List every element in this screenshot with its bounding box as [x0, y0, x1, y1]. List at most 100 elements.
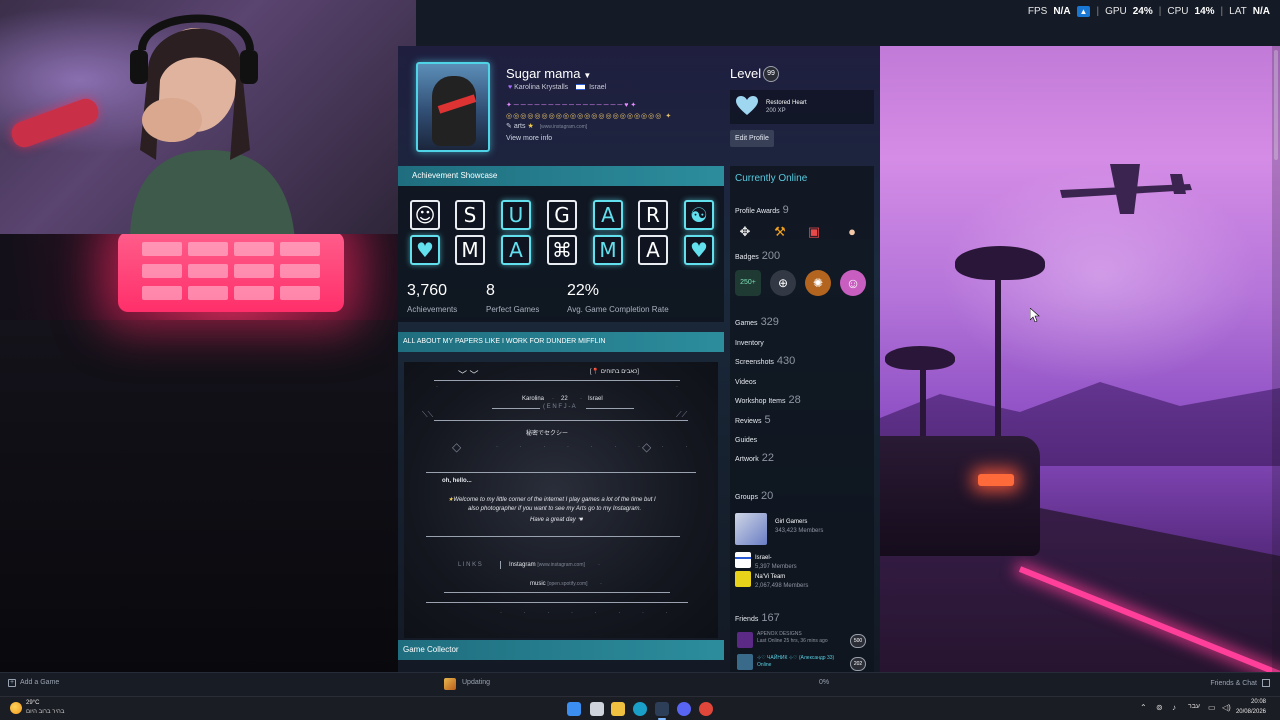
car-tail-light: [118, 232, 344, 312]
badges-link[interactable]: Badges 200: [735, 250, 780, 262]
task-view-icon[interactable]: [590, 702, 604, 716]
network-icon[interactable]: ▭: [1208, 703, 1216, 712]
achievement-tile[interactable]: A: [593, 200, 623, 230]
about-welcome-3: Have a great day ☚: [530, 517, 583, 523]
achievement-tile[interactable]: ♥: [410, 235, 440, 265]
cookie-badge-icon[interactable]: ✺: [805, 270, 831, 296]
summary-url[interactable]: [www.instagram.com]: [540, 124, 588, 130]
achievement-tile[interactable]: U: [501, 200, 531, 230]
recording-app-icon[interactable]: [699, 702, 713, 716]
friend-status: Online: [757, 662, 772, 668]
groups-link[interactable]: Groups 20: [735, 490, 773, 502]
games-link[interactable]: Games 329: [735, 316, 779, 328]
friend-avatar[interactable]: [737, 632, 753, 648]
clock-date[interactable]: 20/08/2026: [1236, 709, 1266, 715]
windows-start-icon[interactable]: [567, 702, 581, 716]
volume-icon[interactable]: ◁): [1222, 703, 1231, 712]
profile-avatar[interactable]: [416, 62, 490, 152]
videos-link[interactable]: Videos: [735, 379, 756, 386]
instagram-link[interactable]: Instagram [www.instagram.com]: [509, 562, 585, 568]
friend-avatar[interactable]: [737, 654, 753, 670]
reviews-link[interactable]: Reviews 5: [735, 414, 771, 426]
tray-chevron-up-icon[interactable]: ⌃: [1140, 703, 1147, 712]
featured-badge-xp: 200 XP: [766, 108, 786, 114]
group-name[interactable]: Na'Vi Team: [755, 574, 785, 580]
group-name[interactable]: Israel-: [755, 555, 772, 561]
palm-crown: [955, 246, 1045, 280]
friend-level: 500: [850, 634, 866, 648]
discord-icon[interactable]: [677, 702, 691, 716]
stat-completion-label: Avg. Game Completion Rate: [567, 305, 669, 314]
restored-heart-icon: [736, 96, 758, 115]
hammer-award-icon[interactable]: ⚒: [770, 224, 790, 240]
artwork-link[interactable]: Artwork 22: [735, 452, 774, 464]
edit-profile-button[interactable]: Edit Profile: [730, 130, 774, 147]
smiley-badge-icon[interactable]: ☺: [840, 270, 866, 296]
file-explorer-icon[interactable]: [611, 702, 625, 716]
fps-label: FPS: [1027, 6, 1048, 17]
about-mbti: ( E N F J - A: [543, 404, 576, 410]
persona-name-dropdown[interactable]: Sugar mama ▼: [506, 66, 591, 81]
windows-taskbar: 29°C בהיר ברוב היום ⌃ ⊚ ♪ עבר ▭ ◁) 20:08…: [0, 696, 1280, 720]
custom-showcase-body: ﹀ ﹀ [📍 כאבים בתוחים] · · Karolina · 22 ·…: [404, 362, 718, 638]
steam-icon[interactable]: [655, 702, 669, 716]
view-more-info-link[interactable]: View more info: [506, 135, 552, 142]
badge-250-plus[interactable]: 250+: [735, 270, 761, 296]
custom-showcase-header: ALL ABOUT MY PAPERS LIKE I WORK FOR DUND…: [398, 332, 724, 352]
screenshots-link[interactable]: Screenshots 430: [735, 355, 795, 367]
group-avatar[interactable]: [735, 513, 767, 545]
achievement-tile[interactable]: S: [455, 200, 485, 230]
group-avatar[interactable]: [735, 571, 751, 587]
compass-badge-icon[interactable]: ⊕: [770, 270, 796, 296]
download-status[interactable]: Updating: [462, 679, 490, 686]
weather-description[interactable]: בהיר ברוב היום: [26, 709, 64, 715]
clock-time[interactable]: 20:08: [1251, 699, 1266, 705]
profile-awards-link[interactable]: Profile Awards 9: [735, 204, 789, 216]
achievement-tile[interactable]: ♥: [684, 235, 714, 265]
group-name[interactable]: Girl Gamers: [775, 519, 807, 525]
achievement-tile[interactable]: G: [547, 200, 577, 230]
steam-profile-panel: Sugar mama ▼ ♥ Karolina Krystalls Israel …: [398, 46, 880, 672]
friend-name[interactable]: ⊹♡ ЧАЙНИК ⊹♡ (Александр 33): [757, 655, 834, 661]
microphone-icon[interactable]: ♪: [1172, 703, 1176, 712]
card-award-icon[interactable]: ▣: [804, 224, 824, 240]
music-link[interactable]: music [open.spotify.com]: [530, 581, 588, 587]
car-light: [978, 474, 1014, 486]
friend-status: Last Online 25 hrs, 36 mins ago: [757, 638, 828, 644]
achievement-tile[interactable]: M: [593, 235, 623, 265]
hand-icon: ☚: [577, 517, 583, 523]
workshop-items-link[interactable]: Workshop Items 28: [735, 394, 801, 406]
steam-top-bar: FPS N/A ▲ | GPU 24% | CPU 14% | LAT N/A: [416, 0, 1280, 46]
tray-app-icon[interactable]: ⊚: [1156, 703, 1163, 712]
bread-award-icon[interactable]: ●: [842, 224, 862, 240]
achievement-tile[interactable]: A: [501, 235, 531, 265]
weather-temperature[interactable]: 29°C: [26, 700, 39, 706]
page-scrollbar-thumb[interactable]: [1274, 50, 1278, 160]
level-badge[interactable]: 99: [763, 66, 779, 82]
wings-award-icon[interactable]: ✥: [735, 224, 755, 240]
online-status: Currently Online: [735, 173, 808, 184]
friends-link[interactable]: Friends 167: [735, 612, 780, 624]
friends-chat-button[interactable]: Friends & Chat: [1210, 679, 1270, 687]
achievement-tile[interactable]: M: [455, 235, 485, 265]
about-top-right: [📍 כאבים בתוחים]: [590, 369, 639, 375]
weather-sun-icon[interactable]: [10, 702, 22, 714]
featured-badge[interactable]: Restored Heart 200 XP: [730, 90, 874, 124]
real-name: Karolina Krystalls: [514, 84, 569, 91]
stat-achievements-label: Achievements: [407, 305, 458, 314]
achievement-tile[interactable]: ☯: [684, 200, 714, 230]
stat-perfect-value: 8: [486, 282, 495, 299]
links-label: L I N K S: [458, 562, 482, 568]
edge-browser-icon[interactable]: [633, 702, 647, 716]
inventory-link[interactable]: Inventory: [735, 340, 764, 347]
group-avatar[interactable]: [735, 552, 751, 568]
steam-bottom-bar: + Add a Game Updating 0% Friends & Chat: [0, 672, 1280, 696]
achievement-tile[interactable]: A: [638, 235, 668, 265]
achievement-tile[interactable]: R: [638, 200, 668, 230]
achievement-tile[interactable]: ⌘: [547, 235, 577, 265]
add-game-button[interactable]: + Add a Game: [8, 679, 59, 687]
friend-name[interactable]: APENOX DESIGNS: [757, 631, 802, 637]
language-indicator[interactable]: עבר: [1188, 703, 1200, 710]
guides-link[interactable]: Guides: [735, 437, 757, 444]
achievement-tile[interactable]: ☺: [410, 200, 440, 230]
